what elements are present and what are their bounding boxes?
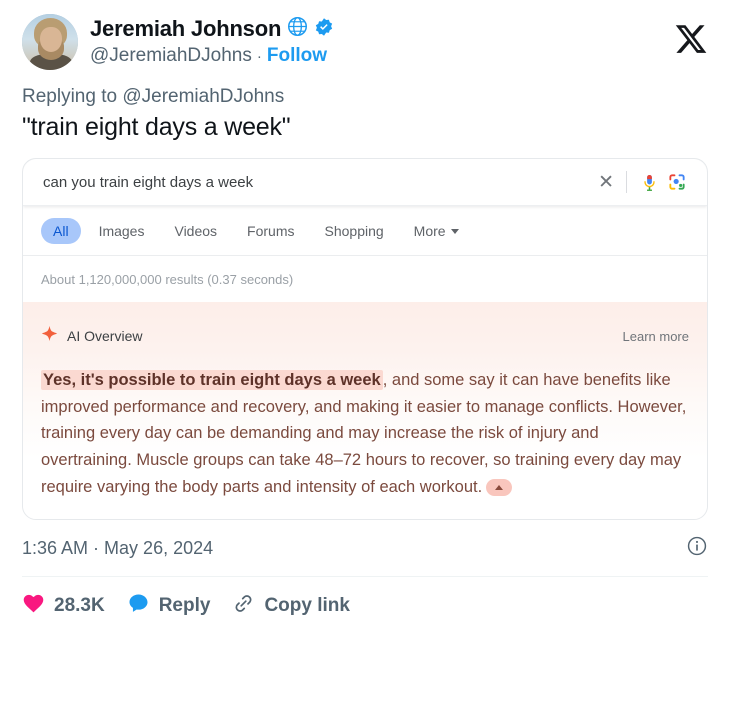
results-count: About 1,120,000,000 results (0.37 second… xyxy=(23,256,707,302)
tab-images[interactable]: Images xyxy=(87,218,157,244)
replying-to-handle[interactable]: @JeremiahDJohns xyxy=(122,86,284,107)
ai-overview-panel: AI Overview Learn more Yes, it's possibl… xyxy=(23,302,707,519)
info-circle-icon[interactable] xyxy=(686,535,708,562)
tweet-time: 1:36 AM xyxy=(22,537,89,558)
author-block: Jeremiah Johnson @JeremiahDJohns · Follo… xyxy=(90,14,334,67)
learn-more-link[interactable]: Learn more xyxy=(623,329,689,344)
author-handle-row: @JeremiahDJohns · Follow xyxy=(90,45,334,67)
chevron-down-icon xyxy=(450,228,459,234)
like-count: 28.3K xyxy=(54,594,105,616)
tweet-card: Jeremiah Johnson @JeremiahDJohns · Follo… xyxy=(0,0,730,706)
tab-forums[interactable]: Forums xyxy=(235,218,306,244)
replying-to-line: Replying to @JeremiahDJohns xyxy=(22,86,708,108)
tweet-header: Jeremiah Johnson @JeremiahDJohns · Follo… xyxy=(22,14,708,70)
footer-divider xyxy=(22,575,708,577)
search-divider xyxy=(626,171,627,193)
tweet-date: May 26, 2024 xyxy=(104,537,214,558)
ai-overview-title: AI Overview xyxy=(67,328,143,344)
follow-link[interactable]: Follow xyxy=(267,45,327,67)
handle-separator: · xyxy=(256,47,262,65)
copy-link-label: Copy link xyxy=(264,594,350,616)
tweet-text: "train eight days a week" xyxy=(22,113,291,141)
tab-more-label: More xyxy=(413,223,446,239)
tab-videos[interactable]: Videos xyxy=(162,218,229,244)
chevron-up-glyph xyxy=(495,484,504,490)
replying-to-prefix: Replying to xyxy=(22,86,123,107)
speech-bubble-icon xyxy=(127,592,150,620)
author-handle: @JeremiahDJohns xyxy=(90,44,252,66)
heart-icon xyxy=(22,592,45,620)
reply-button[interactable]: Reply xyxy=(127,592,211,620)
tab-more[interactable]: More xyxy=(402,218,471,244)
x-logo-icon[interactable] xyxy=(674,22,708,61)
verified-badge-icon xyxy=(314,17,334,43)
globe-icon xyxy=(287,16,308,43)
reply-label: Reply xyxy=(158,594,211,616)
google-tab-bar: All Images Videos Forums Shopping More xyxy=(23,206,707,256)
close-x-icon[interactable]: ✕ xyxy=(588,173,624,192)
search-input[interactable]: can you train eight days a week xyxy=(43,174,588,191)
tab-all[interactable]: All xyxy=(41,218,81,244)
author-name-row: Jeremiah Johnson xyxy=(90,16,334,43)
ai-overview-header: AI Overview Learn more xyxy=(41,320,689,347)
tweet-timestamp-row: 1:36 AM · May 26, 2024 xyxy=(22,535,708,562)
ai-overview-highlight: Yes, it's possible to train eight days a… xyxy=(41,370,383,390)
tab-shopping[interactable]: Shopping xyxy=(313,218,396,244)
google-lens-icon[interactable] xyxy=(663,168,691,196)
avatar-face xyxy=(40,27,62,52)
google-search-bar[interactable]: can you train eight days a week ✕ xyxy=(23,159,707,206)
sparkle-icon xyxy=(41,325,58,347)
author-display-name: Jeremiah Johnson xyxy=(90,16,282,42)
ai-overview-body: Yes, it's possible to train eight days a… xyxy=(41,367,689,501)
copy-link-button[interactable]: Copy link xyxy=(232,592,350,620)
microphone-icon[interactable] xyxy=(635,168,663,196)
timestamp-separator: · xyxy=(93,537,100,558)
google-search-screenshot: can you train eight days a week ✕ All Im… xyxy=(22,158,708,520)
avatar[interactable] xyxy=(22,14,78,70)
engagement-bar: 28.3K Reply Copy link xyxy=(22,592,708,620)
chevron-up-icon[interactable] xyxy=(486,479,513,497)
link-chain-icon xyxy=(232,592,255,620)
like-button[interactable]: 28.3K xyxy=(22,592,105,620)
